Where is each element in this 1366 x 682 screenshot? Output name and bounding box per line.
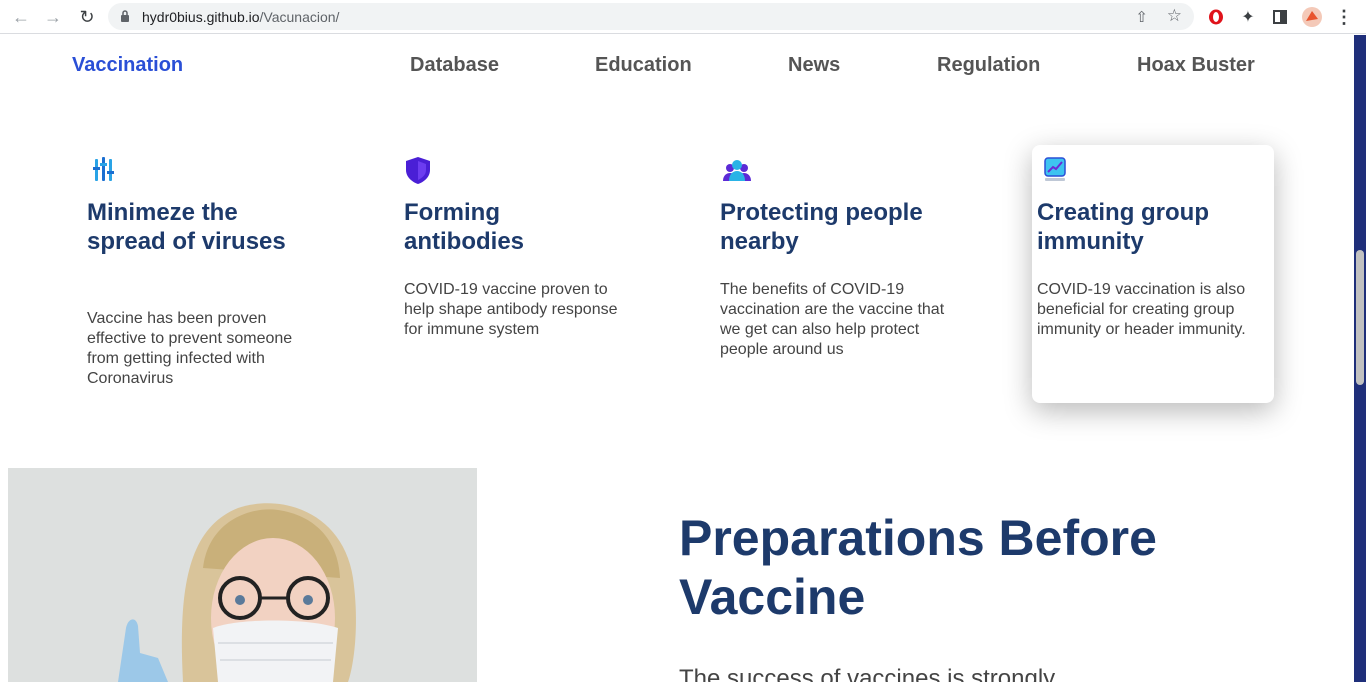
feature-text: The benefits of COVID-19 vaccination are…: [720, 281, 945, 358]
nav-link-database[interactable]: Database: [410, 54, 499, 77]
feature-text: Vaccine has been proven effective to pre…: [87, 310, 293, 387]
profile-avatar-icon[interactable]: [1301, 6, 1323, 28]
feature-title: Creating group immunity: [1037, 199, 1209, 255]
feature-card-forming-antibodies: Forming antibodies COVID-19 vaccine prov…: [399, 145, 641, 403]
bookmark-star-icon[interactable]: ☆: [1167, 6, 1182, 26]
address-bar[interactable]: hydr0bius.github.io/Vacunacion/ ⇧ ☆: [108, 3, 1194, 30]
back-arrow-icon[interactable]: ←: [10, 6, 32, 28]
section-text: The success of vaccines is strongly: [679, 665, 1056, 682]
lock-icon: [121, 10, 129, 22]
doctor-photo: [8, 468, 477, 682]
page-viewport: Vaccination Database Education News Regu…: [0, 35, 1354, 682]
feature-title: Minimeze the spread of viruses: [87, 199, 286, 255]
feature-card-minimize-spread: Minimeze the spread of viruses Vaccine h…: [82, 145, 324, 403]
reload-icon[interactable]: ↻: [76, 6, 98, 28]
page-scrollbar-thumb[interactable]: [1356, 250, 1364, 385]
vaccine-tubes-icon: [93, 157, 114, 181]
opera-extension-icon[interactable]: [1205, 6, 1227, 28]
nav-brand-vaccination[interactable]: Vaccination: [72, 54, 183, 77]
feature-text: COVID-19 vaccination is also beneficial …: [1037, 281, 1246, 338]
side-panel-icon[interactable]: [1269, 6, 1291, 28]
feature-card-protecting-people: Protecting people nearby The benefits of…: [715, 145, 957, 403]
url-text: hydr0bius.github.io/Vacunacion/: [142, 9, 339, 25]
share-icon[interactable]: ⇧: [1135, 8, 1148, 26]
people-group-icon: [723, 160, 751, 181]
nav-link-regulation[interactable]: Regulation: [937, 54, 1040, 77]
feature-title: Protecting people nearby: [720, 199, 923, 255]
browser-toolbar: ← → ↻ hydr0bius.github.io/Vacunacion/ ⇧ …: [0, 0, 1366, 34]
nav-link-education[interactable]: Education: [595, 54, 692, 77]
doctor-illustration: [8, 468, 477, 682]
chart-growth-icon: [1044, 157, 1066, 181]
forward-arrow-icon[interactable]: →: [42, 6, 64, 28]
extensions-puzzle-icon[interactable]: ✦: [1237, 6, 1259, 28]
url-host: hydr0bius.github.io: [142, 9, 260, 25]
feature-text: COVID-19 vaccine proven to help shape an…: [404, 281, 618, 338]
section-title: Preparations Before Vaccine: [679, 510, 1157, 625]
top-navigation: Vaccination Database Education News Regu…: [0, 35, 1354, 95]
url-path: /Vacunacion/: [259, 9, 340, 25]
nav-link-news[interactable]: News: [788, 54, 840, 77]
browser-menu-icon[interactable]: ⋮: [1333, 6, 1355, 28]
shield-icon: [406, 157, 430, 184]
feature-title: Forming antibodies: [404, 199, 525, 255]
nav-link-hoax-buster[interactable]: Hoax Buster: [1137, 54, 1255, 77]
feature-card-group-immunity: Creating group immunity COVID-19 vaccina…: [1032, 145, 1274, 403]
